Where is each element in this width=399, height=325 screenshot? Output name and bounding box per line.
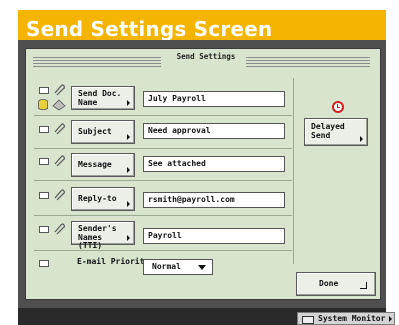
attachment-icon xyxy=(54,84,65,96)
device-screen: Send Settings Screen Send Settings Send … xyxy=(0,0,399,325)
include-checkbox[interactable] xyxy=(39,126,49,133)
email-priority-value: Normal xyxy=(152,262,181,271)
titlebar-hatch-left xyxy=(33,56,161,67)
message-field[interactable]: See attached xyxy=(143,156,285,172)
titlebar-hatch-right xyxy=(246,56,370,67)
include-checkbox[interactable] xyxy=(39,87,49,94)
subject-label: Subject xyxy=(78,127,112,136)
row-divider xyxy=(34,180,292,181)
subject-field[interactable]: Need approval xyxy=(143,123,285,139)
row-divider xyxy=(34,148,292,149)
subject-button[interactable]: Subject xyxy=(71,120,135,144)
arrow-right-icon xyxy=(127,134,130,140)
database-icon xyxy=(38,99,48,111)
arrow-right-icon xyxy=(127,201,130,207)
panel-title: Send Settings xyxy=(176,52,236,61)
row-divider xyxy=(34,250,292,251)
system-monitor-button[interactable]: System Monitor xyxy=(297,312,395,325)
send-doc-name-button[interactable]: Send Doc. Name xyxy=(71,86,135,110)
send-doc-name-label: Send Doc. Name xyxy=(78,89,122,107)
clock-icon xyxy=(332,101,344,113)
arrow-right-icon xyxy=(127,235,130,241)
attachment-icon xyxy=(54,155,65,167)
attachment-icon xyxy=(54,223,65,235)
row-divider xyxy=(34,215,292,216)
system-monitor-label: System Monitor xyxy=(318,314,386,323)
arrow-right-icon xyxy=(389,316,392,322)
send-doc-name-field[interactable]: July Payroll xyxy=(143,91,285,107)
senders-names-label: Sender's Names (TTI) xyxy=(78,224,117,250)
arrow-right-icon xyxy=(127,167,130,173)
monitor-icon xyxy=(302,316,314,324)
email-priority-label: E-mail Priority xyxy=(77,257,150,266)
done-button[interactable]: Done xyxy=(296,272,376,296)
senders-names-button[interactable]: Sender's Names (TTI) xyxy=(71,221,135,250)
include-checkbox[interactable] xyxy=(39,226,49,233)
email-priority-dropdown[interactable]: Normal xyxy=(143,259,213,275)
column-divider xyxy=(293,78,294,264)
shapes-icon xyxy=(52,99,66,111)
include-checkbox[interactable] xyxy=(39,158,49,165)
reply-to-button[interactable]: Reply-to xyxy=(71,187,135,211)
delayed-send-button[interactable]: Delayed Send xyxy=(304,118,368,146)
message-label: Message xyxy=(78,160,112,169)
panel-titlebar: Send Settings xyxy=(31,52,372,72)
include-checkbox[interactable] xyxy=(39,192,49,199)
priority-indicator xyxy=(39,260,49,267)
arrow-right-icon xyxy=(127,100,130,106)
attachment-icon xyxy=(54,123,65,135)
reply-to-label: Reply-to xyxy=(78,194,117,203)
delayed-send-label: Delayed Send xyxy=(311,122,345,140)
senders-names-field[interactable]: Payroll xyxy=(143,228,285,244)
row-divider xyxy=(34,115,292,116)
attachment-icon xyxy=(54,189,65,201)
caret-down-icon xyxy=(198,265,206,270)
message-button[interactable]: Message xyxy=(71,153,135,177)
reply-to-field[interactable]: rsmith@payroll.com xyxy=(143,192,285,208)
enter-icon xyxy=(360,282,367,289)
arrow-right-icon xyxy=(360,136,363,142)
page-title: Send Settings Screen xyxy=(26,17,273,41)
